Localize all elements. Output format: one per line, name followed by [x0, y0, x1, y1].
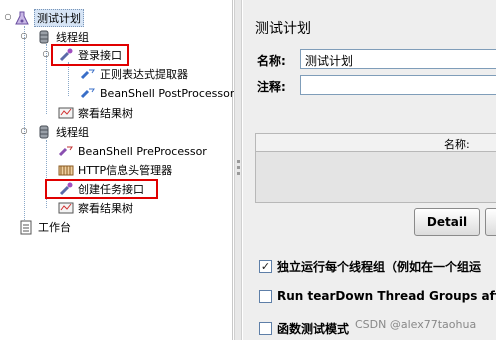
checkbox[interactable]	[259, 322, 272, 335]
checkbox-label: 独立运行每个线程组（例如在一个组运	[277, 260, 482, 274]
tree-node-label: BeanShell PostProcessor	[100, 86, 235, 100]
spool-icon	[36, 124, 52, 140]
expand-toggle[interactable]: ○	[4, 13, 12, 21]
tree-node-beanshell-pre[interactable]: BeanShell PreProcessor	[58, 142, 207, 160]
checkbox[interactable]	[259, 289, 272, 303]
checkbox-teardown-after-shutdown[interactable]: Run tearDown Thread Groups after shu	[259, 289, 496, 303]
tree-node-workbench[interactable]: 工作台	[18, 218, 71, 236]
watermark: CSDN @alex77taohua	[355, 318, 477, 331]
tree-node-beanshell-post[interactable]: BeanShell PostProcessor	[80, 84, 234, 102]
tree-connector	[68, 62, 69, 96]
add-button[interactable]	[485, 208, 496, 236]
tree-node-label: 创建任务接口	[78, 183, 144, 196]
tree-node-view-results[interactable]: 察看结果树	[58, 104, 133, 122]
tree-node-label: 正则表达式提取器	[100, 68, 188, 81]
tree-node-label: 察看结果树	[78, 107, 133, 120]
post-processor-icon	[80, 85, 96, 101]
pipette-icon	[58, 181, 74, 197]
test-plan-panel: 测试计划 名称: 测试计划 注释: 名称: Detail ✓ 独立运行每个线程组…	[243, 0, 496, 340]
pre-processor-icon	[58, 143, 74, 159]
pipette-icon	[58, 47, 74, 63]
column-header-name: 名称:	[444, 138, 470, 151]
tree-node-label: 工作台	[38, 221, 71, 234]
tree-node-label: 登录接口	[78, 49, 122, 62]
grip-dot	[237, 166, 240, 169]
name-field[interactable]: 测试计划	[300, 49, 496, 69]
spool-icon	[36, 29, 52, 45]
clipboard-icon	[18, 219, 34, 235]
expand-toggle[interactable]: ○	[20, 127, 28, 135]
expand-toggle[interactable]: ○	[42, 50, 50, 58]
checkbox-functional-test-mode[interactable]: 函数测试模式	[259, 320, 349, 337]
expand-toggle[interactable]: ○	[20, 32, 28, 40]
tree-node-http-header-manager[interactable]: HTTP信息头管理器	[58, 161, 172, 179]
post-processor-icon	[80, 66, 96, 82]
tree-node-create-task-api[interactable]: 创建任务接口	[58, 180, 144, 198]
checkbox[interactable]: ✓	[259, 260, 272, 273]
comment-label: 注释:	[257, 80, 286, 94]
grip-dot	[237, 160, 240, 163]
checkbox-label: Run tearDown Thread Groups after shu	[277, 289, 496, 303]
page-title: 测试计划	[255, 21, 311, 37]
tree-node-view-results[interactable]: 察看结果树	[58, 199, 133, 217]
results-tree-icon	[58, 200, 74, 216]
comment-field[interactable]	[300, 75, 496, 95]
tree-node-label: BeanShell PreProcessor	[78, 144, 207, 158]
test-plan-tree[interactable]: ○ ○ ○ ○ 测试计划 线程组 登录接口 正则表达式提取器 BeanShell…	[0, 0, 234, 340]
tree-node-label: 线程组	[56, 31, 89, 44]
results-tree-icon	[58, 105, 74, 121]
header-manager-icon	[58, 162, 74, 178]
name-label: 名称:	[257, 54, 286, 68]
tree-node-label: HTTP信息头管理器	[78, 164, 173, 177]
user-variables-table[interactable]: 名称:	[255, 133, 496, 203]
tree-node-test-plan[interactable]: 测试计划	[14, 9, 84, 27]
tree-node-login-api[interactable]: 登录接口	[58, 46, 122, 64]
tree-node-thread-group[interactable]: 线程组	[36, 123, 89, 141]
pane-splitter[interactable]	[234, 0, 242, 340]
flask-icon	[14, 10, 30, 26]
tree-node-regex-extractor[interactable]: 正则表达式提取器	[80, 65, 188, 83]
grip-dot	[237, 172, 240, 175]
tree-node-label: 察看结果树	[78, 202, 133, 215]
checkbox-label: 函数测试模式	[277, 322, 350, 336]
detail-button[interactable]: Detail	[414, 208, 480, 236]
table-header: 名称:	[256, 134, 496, 152]
tree-node-label: 线程组	[56, 126, 89, 139]
tree-node-label: 测试计划	[34, 9, 84, 27]
checkbox-serialize-thread-groups[interactable]: ✓ 独立运行每个线程组（例如在一个组运	[259, 258, 481, 275]
